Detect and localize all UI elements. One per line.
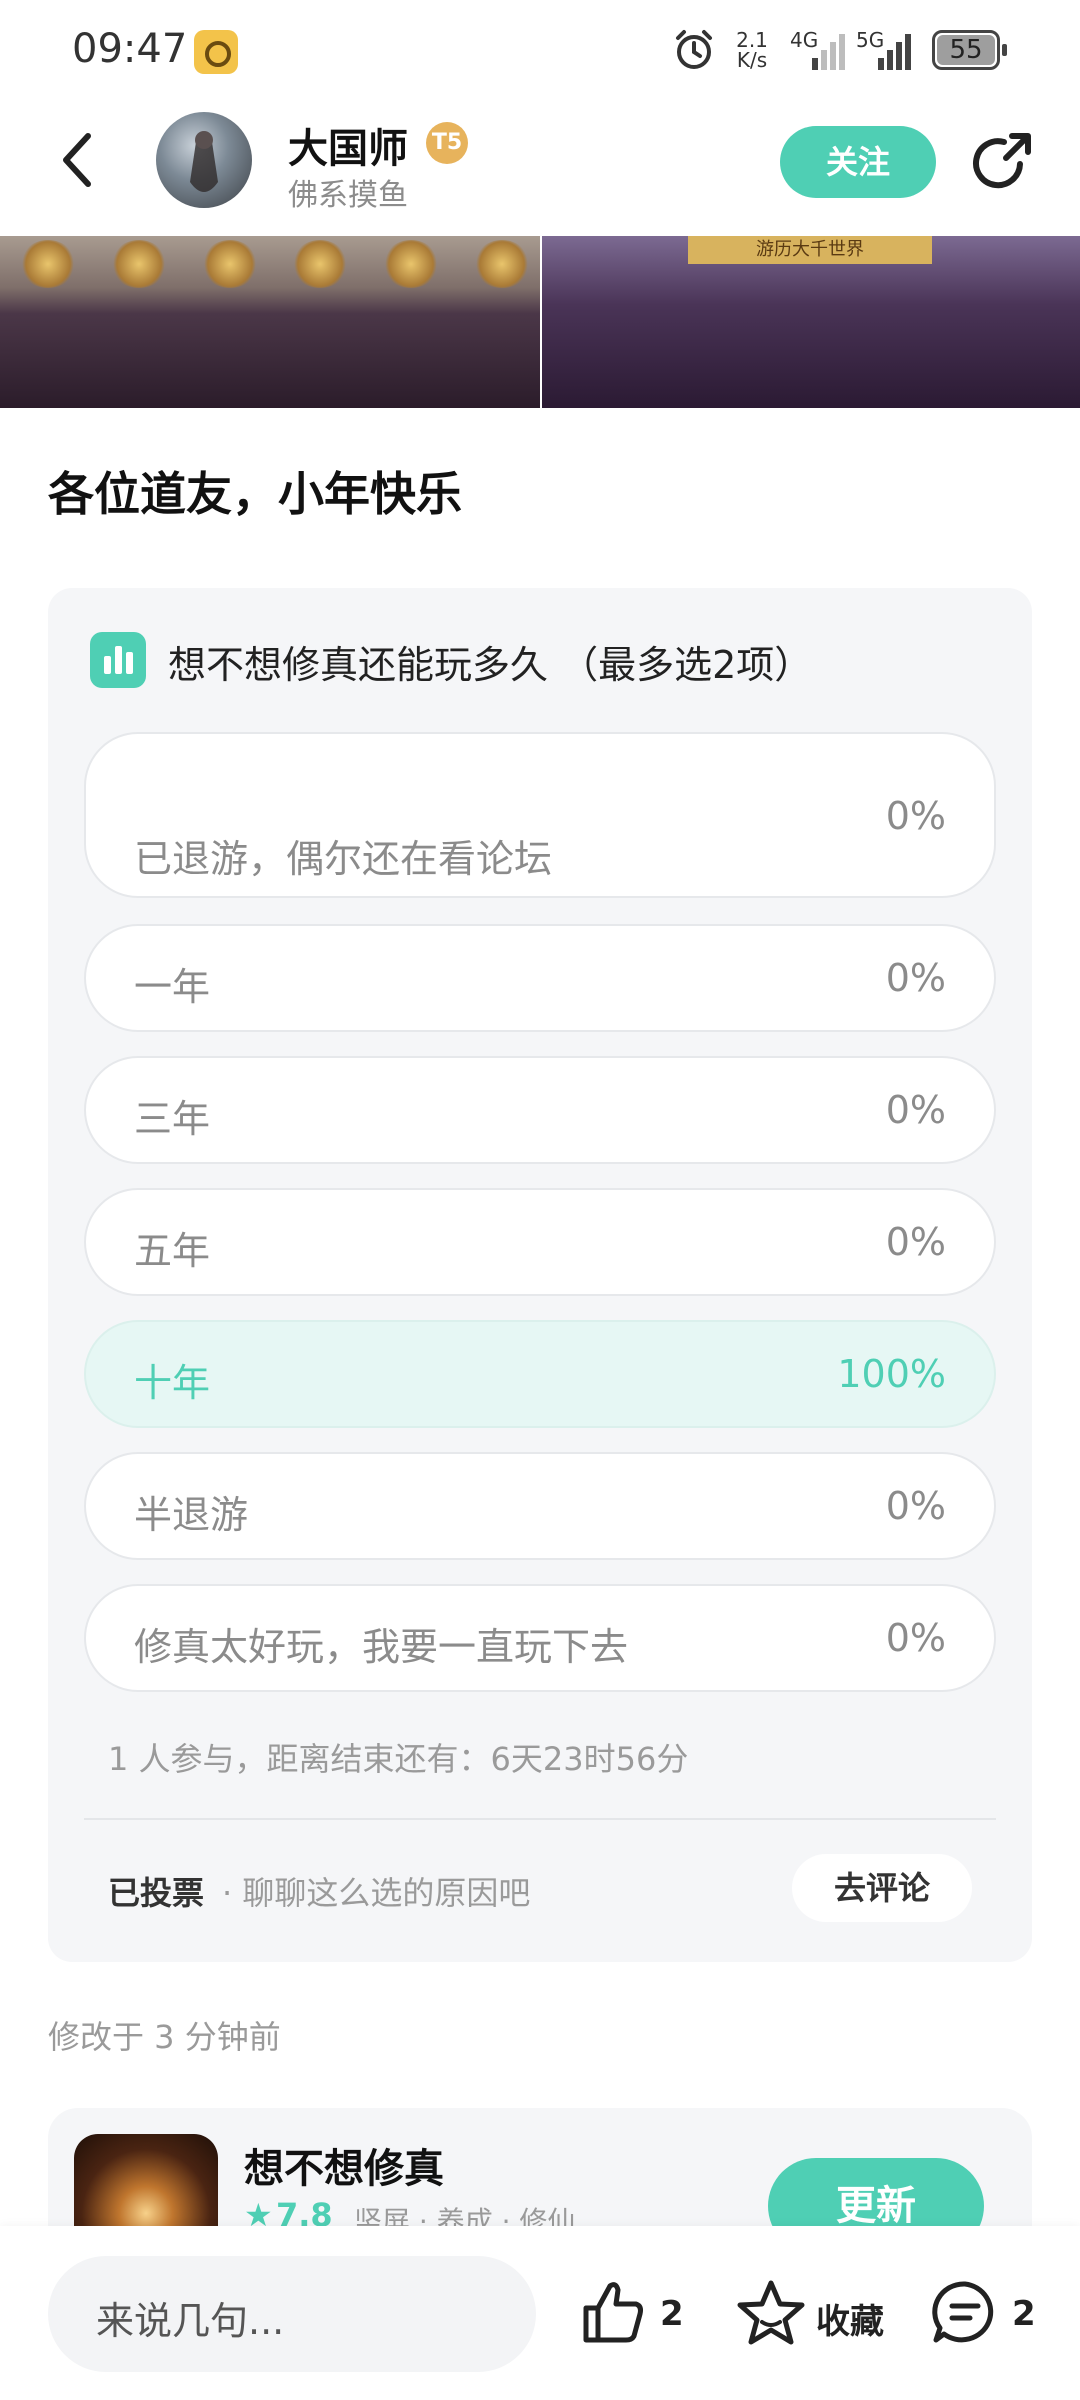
status-time: 09:47	[72, 26, 188, 72]
user-subtitle: 佛系摸鱼	[288, 178, 408, 213]
poll-option-label: 半退游	[134, 1493, 249, 1537]
alarm-icon	[676, 30, 712, 69]
poll-meta: 1 人参与，距离结束还有：6天23时56分	[108, 1740, 689, 1778]
poll-option-3[interactable]: 五年 0%	[84, 1188, 996, 1296]
edited-timestamp: 修改于 3 分钟前	[48, 2018, 281, 2056]
app-notification-icon	[194, 30, 238, 74]
poll-option-label: 已退游，偶尔还在看论坛	[134, 837, 553, 881]
banner-icon-1	[20, 240, 76, 288]
net-speed: 2.1 K/s	[732, 30, 772, 70]
comment-bubble-icon[interactable]	[930, 2278, 1000, 2348]
star-outline-icon[interactable]	[736, 2278, 806, 2348]
voted-label: 已投票	[108, 1874, 205, 1912]
avatar-figure-icon	[190, 131, 218, 192]
banner-icon-5	[383, 240, 440, 288]
poll-option-label: 五年	[134, 1229, 211, 1273]
poll-option-percent: 0%	[885, 1088, 946, 1132]
post-image-left[interactable]	[0, 236, 540, 408]
poll-chart-icon	[90, 632, 146, 688]
game-name: 想不想修真	[244, 2146, 444, 2192]
username[interactable]: 大国师	[288, 116, 408, 174]
poll-option-percent: 0%	[885, 1616, 946, 1660]
level-badge: T5	[426, 122, 468, 164]
poll-question: 想不想修真还能玩多久 （最多选2项）	[168, 643, 813, 687]
signal-bars-2-icon	[878, 34, 911, 70]
net-speed-unit: K/s	[736, 48, 768, 72]
banner-game-icons	[20, 240, 530, 290]
poll-option-6[interactable]: 修真太好玩，我要一直玩下去 0%	[84, 1584, 996, 1692]
poll-option-label: 三年	[134, 1097, 211, 1141]
signal-bars-1-icon	[812, 34, 845, 70]
comment-count[interactable]: 2	[1012, 2294, 1036, 2334]
share-icon[interactable]	[968, 128, 1036, 196]
avatar[interactable]	[156, 112, 252, 208]
collect-label[interactable]: 收藏	[816, 2294, 884, 2343]
post-title: 各位道友，小年快乐	[48, 467, 462, 521]
banner-icon-4	[292, 240, 349, 288]
voted-subtext: · 聊聊这么选的原因吧	[222, 1874, 531, 1912]
back-arrow-icon[interactable]	[56, 130, 100, 190]
poll-option-percent: 0%	[885, 1220, 946, 1264]
net-speed-value: 2.1	[736, 28, 768, 52]
poll-option-5[interactable]: 半退游 0%	[84, 1452, 996, 1560]
comment-placeholder: 来说几句...	[96, 2299, 285, 2343]
thumbs-up-icon[interactable]	[580, 2278, 648, 2348]
poll-option-percent: 100%	[837, 1352, 946, 1396]
poll-option-label: 修真太好玩，我要一直玩下去	[134, 1625, 629, 1669]
poll-divider	[84, 1818, 996, 1820]
banner-icon-6	[473, 240, 530, 288]
poll-option-0[interactable]: 已退游，偶尔还在看论坛 0%	[84, 732, 996, 898]
like-count[interactable]: 2	[660, 2294, 684, 2334]
follow-button[interactable]: 关注	[780, 126, 936, 198]
battery-level: 55	[937, 35, 995, 65]
go-comment-button[interactable]: 去评论	[792, 1854, 972, 1922]
poll-option-2[interactable]: 三年 0%	[84, 1056, 996, 1164]
poll-option-label: 十年	[134, 1361, 211, 1405]
poll-option-percent: 0%	[885, 956, 946, 1000]
banner-icon-3	[201, 240, 258, 288]
poll-option-label: 一年	[134, 965, 211, 1009]
banner-icon-2	[110, 240, 167, 288]
post-image-strip[interactable]: 游历大千世界	[0, 236, 1080, 408]
banner-tag: 游历大千世界	[688, 236, 932, 264]
poll-option-4-selected[interactable]: 十年 100%	[84, 1320, 996, 1428]
poll-option-percent: 0%	[885, 1484, 946, 1528]
poll-option-1[interactable]: 一年 0%	[84, 924, 996, 1032]
poll-option-percent: 0%	[885, 794, 946, 838]
battery-icon: 55	[932, 30, 1007, 70]
